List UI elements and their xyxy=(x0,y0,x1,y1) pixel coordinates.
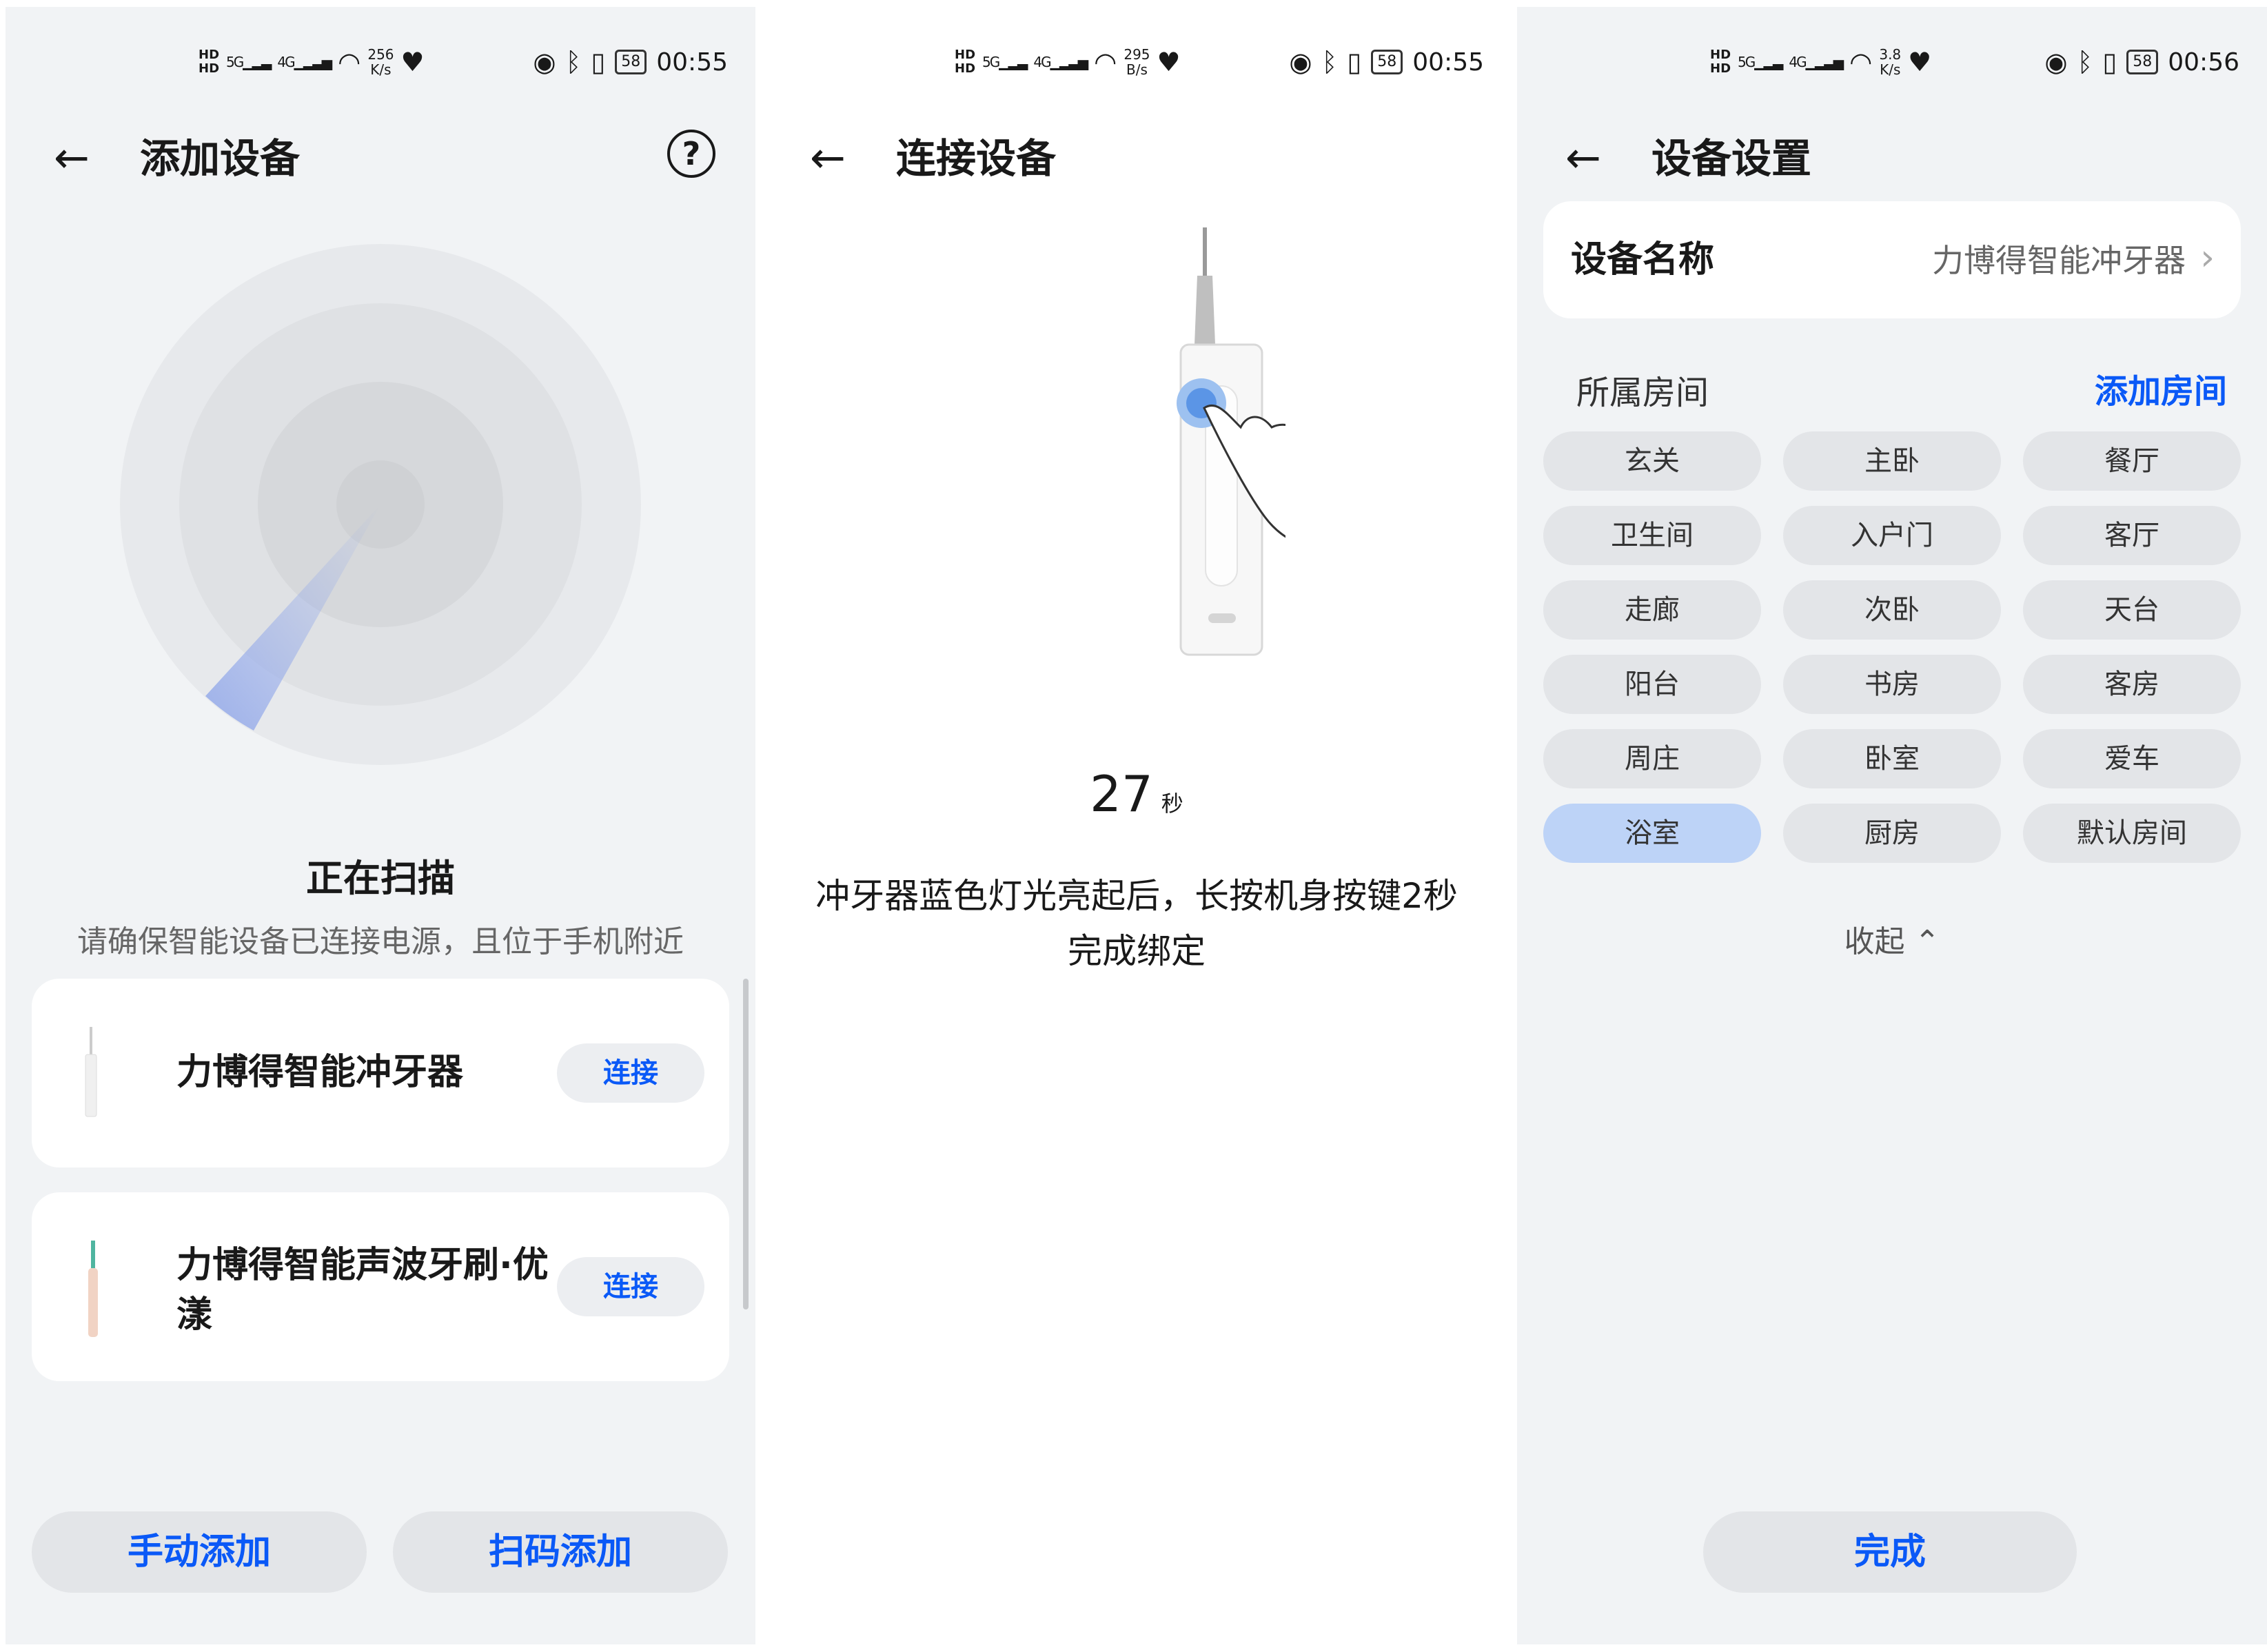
room-chip[interactable]: 次卧 xyxy=(1783,580,2001,640)
battery-icon: 58 xyxy=(2126,50,2159,74)
device-name: 力博得智能声波牙刷·优漾 xyxy=(176,1245,549,1336)
back-arrow-icon[interactable]: ← xyxy=(810,136,846,179)
connect-button[interactable]: 连接 xyxy=(557,1043,704,1103)
room-chip[interactable]: 客厅 xyxy=(2023,506,2241,565)
page-title: 连接设备 xyxy=(896,135,1057,182)
wifi-icon: ◠ xyxy=(1849,47,1873,77)
heart-icon: ♥ xyxy=(1157,47,1181,77)
room-chip[interactable]: 书房 xyxy=(1783,655,2001,714)
wifi-icon: ◠ xyxy=(1094,47,1117,77)
heart-icon: ♥ xyxy=(1908,47,1932,77)
eye-icon: ◉ xyxy=(2044,47,2068,77)
header: ← 设备设置 xyxy=(1517,124,2267,193)
device-card[interactable]: 力博得智能声波牙刷·优漾 连接 xyxy=(32,1192,729,1381)
hd-indicator: HD HD xyxy=(1710,48,1731,76)
device-name-value: 力博得智能冲牙器 xyxy=(1932,242,2186,279)
room-chip[interactable]: 入户门 xyxy=(1783,506,2001,565)
chevron-up-icon: ⌃ xyxy=(1914,924,1940,959)
scrollbar[interactable] xyxy=(743,979,749,1309)
room-chip[interactable]: 走廊 xyxy=(1543,580,1761,640)
status-bar: HD HD 5G▁▂▃ 4G▁▂▃▅ ◠ 295 B/s ♥ ◉ ᛒ ▯ 58 00… xyxy=(762,34,1512,90)
eye-icon: ◉ xyxy=(1289,47,1312,77)
room-chip[interactable]: 浴室 xyxy=(1543,804,1761,863)
countdown: 27 秒 xyxy=(762,765,1512,823)
manual-add-button[interactable]: 手动添加 xyxy=(32,1511,367,1593)
clock: 00:56 xyxy=(2168,48,2239,77)
room-chip[interactable]: 玄关 xyxy=(1543,431,1761,491)
device-card[interactable]: 力博得智能冲牙器 连接 xyxy=(32,979,729,1167)
collapse-label: 收起 xyxy=(1844,924,1905,959)
room-chip[interactable]: 卫生间 xyxy=(1543,506,1761,565)
back-arrow-icon[interactable]: ← xyxy=(1565,136,1601,179)
signal-5g-icon: 5G▁▂▃ xyxy=(982,54,1028,70)
signal-4g-icon: 4G▁▂▃▅ xyxy=(1033,54,1088,70)
room-chip[interactable]: 主卧 xyxy=(1783,431,2001,491)
room-chip[interactable]: 餐厅 xyxy=(2023,431,2241,491)
room-chip[interactable]: 周庄 xyxy=(1543,729,1761,788)
add-device-screen: HD HD 5G▁▂▃ 4G▁▂▃▅ ◠ 256 K/s ♥ ◉ ᛒ ▯ 58 00… xyxy=(6,7,755,1644)
room-section-label: 所属房间 xyxy=(1576,374,1709,412)
device-name: 力博得智能冲牙器 xyxy=(176,1052,464,1093)
page-title: 设备设置 xyxy=(1651,135,1812,182)
device-name-row[interactable]: 设备名称 力博得智能冲牙器 › xyxy=(1543,201,2241,318)
binding-instruction: 冲牙器蓝色灯光亮起后，长按机身按键2秒完成绑定 xyxy=(815,876,1458,971)
device-name-label: 设备名称 xyxy=(1571,239,1715,281)
hd-indicator: HD HD xyxy=(955,48,976,76)
battery-icon: 58 xyxy=(1371,50,1403,74)
signal-5g-icon: 5G▁▂▃ xyxy=(1738,54,1783,70)
bluetooth-icon: ᛒ xyxy=(2077,47,2093,77)
scan-hint: 请确保智能设备已连接电源，且位于手机附近 xyxy=(77,924,684,959)
done-button[interactable]: 完成 xyxy=(1703,1511,2077,1593)
status-bar: HD HD 5G▁▂▃ 4G▁▂▃▅ ◠ 3.8 K/s ♥ ◉ ᛒ ▯ 58 00… xyxy=(1517,34,2267,90)
vibrate-icon: ▯ xyxy=(2102,47,2117,77)
vibrate-icon: ▯ xyxy=(1347,47,1362,77)
device-settings-screen: HD HD 5G▁▂▃ 4G▁▂▃▅ ◠ 3.8 K/s ♥ ◉ ᛒ ▯ 58 00… xyxy=(1517,7,2267,1644)
scan-status-title: 正在扫描 xyxy=(306,857,455,900)
water-flosser-thumbnail xyxy=(85,1027,97,1117)
room-chip[interactable]: 阳台 xyxy=(1543,655,1761,714)
collapse-toggle[interactable]: 收起 ⌃ xyxy=(1517,917,2267,961)
room-chip[interactable]: 厨房 xyxy=(1783,804,2001,863)
add-room-button[interactable]: 添加房间 xyxy=(2095,364,2227,412)
room-chip[interactable]: 天台 xyxy=(2023,580,2241,640)
network-speed: 295 B/s xyxy=(1124,46,1150,78)
scan-code-add-button[interactable]: 扫码添加 xyxy=(393,1511,728,1593)
signal-4g-icon: 4G▁▂▃▅ xyxy=(1789,54,1844,70)
countdown-seconds: 27 xyxy=(1090,765,1153,823)
header: ← 连接设备 xyxy=(762,124,1512,193)
connect-device-screen: HD HD 5G▁▂▃ 4G▁▂▃▅ ◠ 295 B/s ♥ ◉ ᛒ ▯ 58 00… xyxy=(762,7,1512,1644)
chevron-right-icon: › xyxy=(2200,237,2215,278)
room-chip[interactable]: 客房 xyxy=(2023,655,2241,714)
bluetooth-icon: ᛒ xyxy=(1321,47,1338,77)
clock: 00:55 xyxy=(1412,48,1484,77)
toothbrush-thumbnail xyxy=(88,1241,98,1337)
connect-button[interactable]: 连接 xyxy=(557,1257,704,1316)
room-chip[interactable]: 爱车 xyxy=(2023,729,2241,788)
room-chip[interactable]: 卧室 xyxy=(1783,729,2001,788)
scan-radar xyxy=(120,244,641,765)
room-chip[interactable]: 默认房间 xyxy=(2023,804,2241,863)
water-flosser-press-illustration xyxy=(1177,227,1285,656)
room-chip-grid: 玄关 主卧 餐厅卫生间 入户门 客厅走廊 次卧 天台阳台 书房 客房周庄 卧室 爱车浴室 厨房 默认房间 xyxy=(1543,431,2241,863)
countdown-unit: 秒 xyxy=(1161,791,1183,817)
network-speed: 3.8 K/s xyxy=(1879,46,1902,78)
